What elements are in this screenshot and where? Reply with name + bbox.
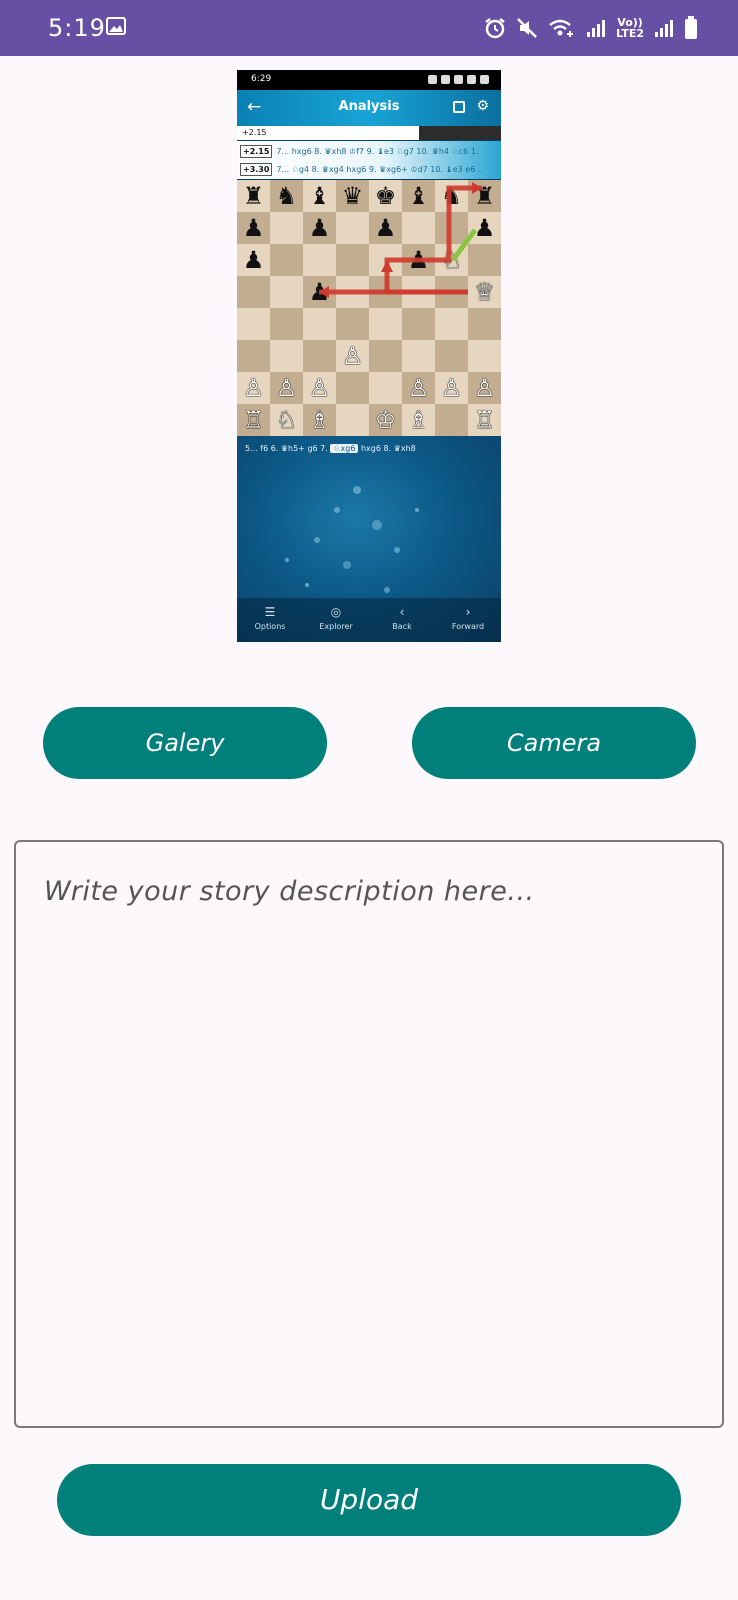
status-bar: 5:19 Vo)) LTE2 (0, 0, 738, 56)
nav-options: ☰ Options (237, 598, 303, 642)
preview-header: ← Analysis ⚙ (237, 90, 501, 126)
nav-explorer: ◎ Explorer (303, 598, 369, 642)
engine-lines: +2.15 7... hxg6 8. ♛xh8 ♔f7 9. ♝e3 ♘g7 1… (237, 141, 501, 179)
evaluation-value: +2.15 (242, 128, 267, 137)
lte-indicator: Vo)) LTE2 (616, 16, 644, 40)
battery-icon (685, 16, 697, 39)
signal-icon (655, 20, 673, 37)
compass-icon: ◎ (330, 605, 342, 619)
signal-icon (587, 20, 606, 37)
alarm-icon (485, 18, 505, 39)
chevron-right-icon: › (465, 605, 471, 619)
preview-bottom-nav: ☰ Options ◎ Explorer ‹ Back › Forward (237, 598, 501, 642)
story-description-field[interactable]: Write your story description here... (14, 840, 724, 1428)
engine-line: +2.15 7... hxg6 8. ♛xh8 ♔f7 9. ♝e3 ♘g7 1… (240, 143, 478, 159)
story-placeholder: Write your story description here... (44, 876, 535, 907)
chevron-left-icon: ‹ (399, 605, 405, 619)
status-time: 5:19 (48, 14, 106, 42)
status-icons: Vo)) LTE2 (484, 14, 698, 42)
evaluation-bar: +2.15 (237, 126, 501, 140)
nav-back: ‹ Back (369, 598, 435, 642)
list-icon: ☰ (264, 605, 276, 619)
engine-line: +3.30 7... ♘g4 8. ♛xg4 hxg6 9. ♛xg6+ ♔d7… (240, 161, 483, 177)
gallery-button[interactable]: Galery (43, 707, 327, 779)
wifi-icon (549, 19, 574, 37)
move-list: 5... f6 6. ♛h5+ g6 7. ♘xg6 hxg6 8. ♛xh8 (245, 444, 416, 453)
camera-button[interactable]: Camera (412, 707, 696, 779)
move-arrows (319, 182, 482, 298)
nav-forward: › Forward (435, 598, 501, 642)
preview-status-bar: 6:29 (237, 70, 501, 90)
selected-image-preview[interactable]: 6:29 ← Analysis ⚙ +2.15 +2.15 7... hxg6 … (237, 70, 501, 642)
gear-icon: ⚙ (476, 98, 489, 114)
engine-icon (453, 101, 465, 113)
mute-icon (517, 18, 538, 38)
image-icon (106, 17, 126, 35)
upload-button[interactable]: Upload (57, 1464, 681, 1536)
